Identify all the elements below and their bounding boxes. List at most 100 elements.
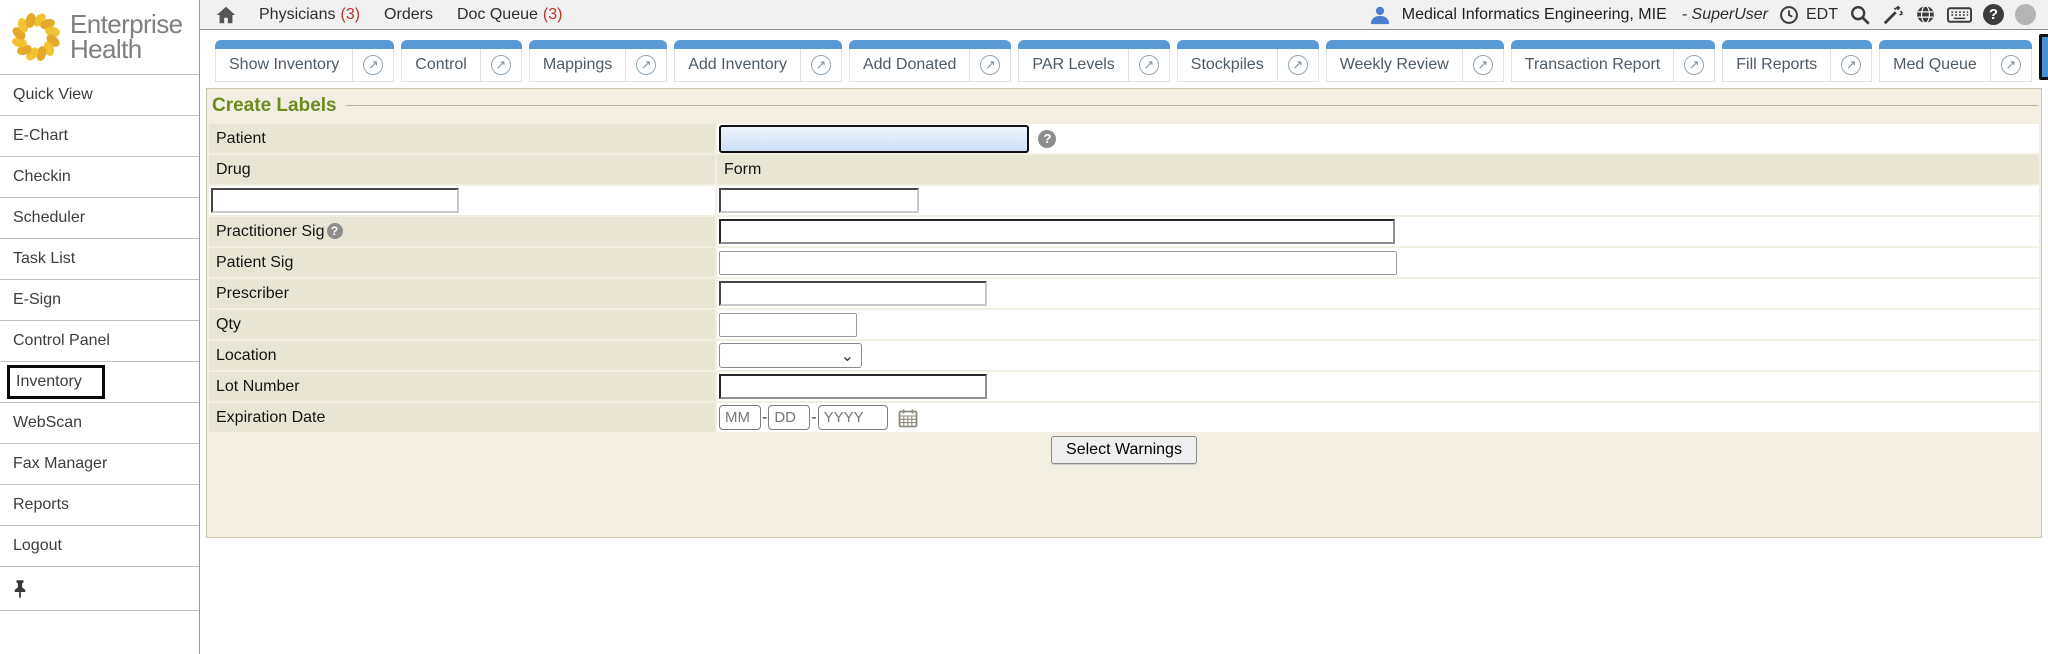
clock-icon[interactable]	[1779, 5, 1799, 25]
date-separator: -	[811, 409, 816, 426]
wand-icon[interactable]	[1882, 4, 1904, 26]
user-icon	[1369, 4, 1391, 26]
sidebar-item-inventory[interactable]: Inventory	[0, 361, 199, 402]
tab-add-donated[interactable]: Add Donated↗	[849, 40, 1011, 82]
sidebar-item-webscan[interactable]: WebScan	[0, 402, 199, 443]
practitioner-sig-label-cell: Practitioner Sig?	[209, 217, 715, 246]
globe-phone-icon[interactable]	[1915, 4, 1936, 25]
open-in-new-icon: ↗	[980, 55, 1000, 75]
calendar-icon[interactable]	[898, 408, 918, 428]
timezone-label: EDT	[1806, 6, 1838, 24]
sidebar-item-scheduler[interactable]: Scheduler	[0, 197, 199, 238]
sidebar-item-e-chart[interactable]: E-Chart	[0, 115, 199, 156]
qty-input[interactable]	[719, 313, 857, 337]
select-warnings-button[interactable]: Select Warnings	[1051, 436, 1197, 464]
patient-sig-input[interactable]	[719, 251, 1397, 275]
practitioner-sig-row: Practitioner Sig?	[209, 217, 2039, 246]
tab-transaction-report[interactable]: Transaction Report↗	[1511, 40, 1715, 82]
lot-number-input[interactable]	[719, 374, 987, 399]
tab-control[interactable]: Control ↗	[401, 40, 522, 82]
top-nav: Physicians(3) Orders Doc Queue (3)	[259, 6, 562, 24]
sidebar-item-logout[interactable]: Logout	[0, 525, 199, 566]
tab-add-inventory[interactable]: Add Inventory↗	[674, 40, 842, 82]
tab-fill-reports[interactable]: Fill Reports↗	[1722, 40, 1872, 82]
pin-icon	[13, 579, 27, 599]
tab-arrow-wrap[interactable]: ↗	[480, 49, 521, 81]
form-cell	[717, 186, 2039, 215]
lot-number-cell	[717, 372, 2039, 401]
tab-arrow-wrap[interactable]: ↗	[1277, 49, 1318, 81]
tab-body: Med Queue↗	[1879, 49, 2032, 82]
location-select[interactable]: ⌄	[719, 343, 862, 368]
tab-arrow-wrap[interactable]: ↗	[1673, 49, 1714, 81]
expiration-date-row: Expiration Date --	[209, 403, 2039, 432]
sidebar-item-label: Reports	[13, 496, 69, 514]
tab-weekly-review[interactable]: Weekly Review↗	[1326, 40, 1504, 82]
expiration-month-input[interactable]	[719, 405, 761, 430]
nav-label: Doc Queue	[457, 6, 538, 24]
open-in-new-icon: ↗	[491, 55, 511, 75]
drug-input[interactable]	[211, 188, 459, 213]
tab-arrow-wrap[interactable]: ↗	[352, 49, 393, 81]
top-nav-doc-queue[interactable]: Doc Queue (3)	[457, 6, 563, 24]
sidebar-item-reports[interactable]: Reports	[0, 484, 199, 525]
patient-sig-row: Patient Sig	[209, 248, 2039, 277]
sidebar-item-fax-manager[interactable]: Fax Manager	[0, 443, 199, 484]
patient-row: Patient ?	[209, 124, 2039, 153]
tab-show-inventory[interactable]: Show Inventory↗	[215, 40, 394, 82]
open-in-new-icon: ↗	[1473, 55, 1493, 75]
tab-arrow-wrap[interactable]: ↗	[625, 49, 666, 81]
tab-label: Fill Reports	[1723, 56, 1830, 74]
tab-arrow-wrap[interactable]: ↗	[1462, 49, 1503, 81]
drug-label: Drug	[209, 155, 715, 184]
nav-count: (3)	[543, 6, 563, 24]
sidebar-item-label: WebScan	[13, 414, 82, 432]
tab-label: Control	[402, 56, 480, 74]
practitioner-sig-label: Practitioner Sig	[216, 223, 325, 240]
tab-body: Add Inventory↗	[674, 49, 842, 82]
tab-arrow-wrap[interactable]: ↗	[969, 49, 1010, 81]
tab-arrow-wrap[interactable]: ↗	[1830, 49, 1871, 81]
app-window: Enterprise Health Quick ViewE-ChartCheck…	[0, 0, 2048, 654]
tab-par-levels[interactable]: PAR Levels↗	[1018, 40, 1169, 82]
expiration-year-input[interactable]	[818, 405, 888, 430]
tab-arrow-wrap[interactable]: ↗	[800, 49, 841, 81]
form-input[interactable]	[719, 188, 919, 213]
patient-help-icon[interactable]: ?	[1038, 130, 1056, 148]
tab-mappings[interactable]: Mappings↗	[529, 40, 667, 82]
expiration-day-input[interactable]	[768, 405, 810, 430]
sidebar-item-checkin[interactable]: Checkin	[0, 156, 199, 197]
top-nav-physicians[interactable]: Physicians(3)	[259, 6, 360, 24]
sidebar-pin-toggle[interactable]	[0, 566, 199, 610]
practitioner-sig-help-icon[interactable]: ?	[327, 223, 343, 239]
sidebar-item-task-list[interactable]: Task List	[0, 238, 199, 279]
tab-body: PAR Levels↗	[1018, 49, 1169, 82]
tab-arrow-wrap[interactable]: ↗	[1990, 49, 2031, 81]
qty-row: Qty	[209, 310, 2039, 339]
tab-accent-strip	[1879, 40, 2032, 49]
home-button[interactable]	[215, 4, 237, 26]
practitioner-sig-input[interactable]	[719, 219, 1395, 244]
search-icon[interactable]	[1849, 4, 1871, 26]
tab-body: Fill Reports↗	[1722, 49, 1872, 82]
status-dot[interactable]	[2015, 4, 2036, 25]
dropdown-chevron-icon: ⌄	[841, 346, 854, 366]
user-cluster: Medical Informatics Engineering, MIE - S…	[1369, 4, 2036, 26]
location-cell: ⌄	[717, 341, 2039, 370]
patient-input[interactable]	[719, 125, 1029, 153]
sidebar-item-e-sign[interactable]: E-Sign	[0, 279, 199, 320]
sidebar-item-control-panel[interactable]: Control Panel	[0, 320, 199, 361]
open-in-new-icon: ↗	[1684, 55, 1704, 75]
help-icon[interactable]: ?	[1983, 4, 2004, 25]
sidebar-item-quick-view[interactable]: Quick View	[0, 74, 199, 115]
tab-arrow-wrap[interactable]: ↗	[1128, 49, 1169, 81]
prescriber-label: Prescriber	[209, 279, 715, 308]
sidebar-filler	[0, 611, 199, 654]
keyboard-icon[interactable]	[1947, 7, 1972, 23]
tab-stockpiles[interactable]: Stockpiles↗	[1177, 40, 1319, 82]
tab-blank-labels[interactable]: Blank Labels	[2039, 34, 2048, 80]
prescriber-input[interactable]	[719, 281, 987, 306]
top-nav-orders[interactable]: Orders	[384, 6, 433, 24]
tab-label: Stockpiles	[1178, 56, 1277, 74]
tab-med-queue[interactable]: Med Queue↗	[1879, 40, 2032, 82]
